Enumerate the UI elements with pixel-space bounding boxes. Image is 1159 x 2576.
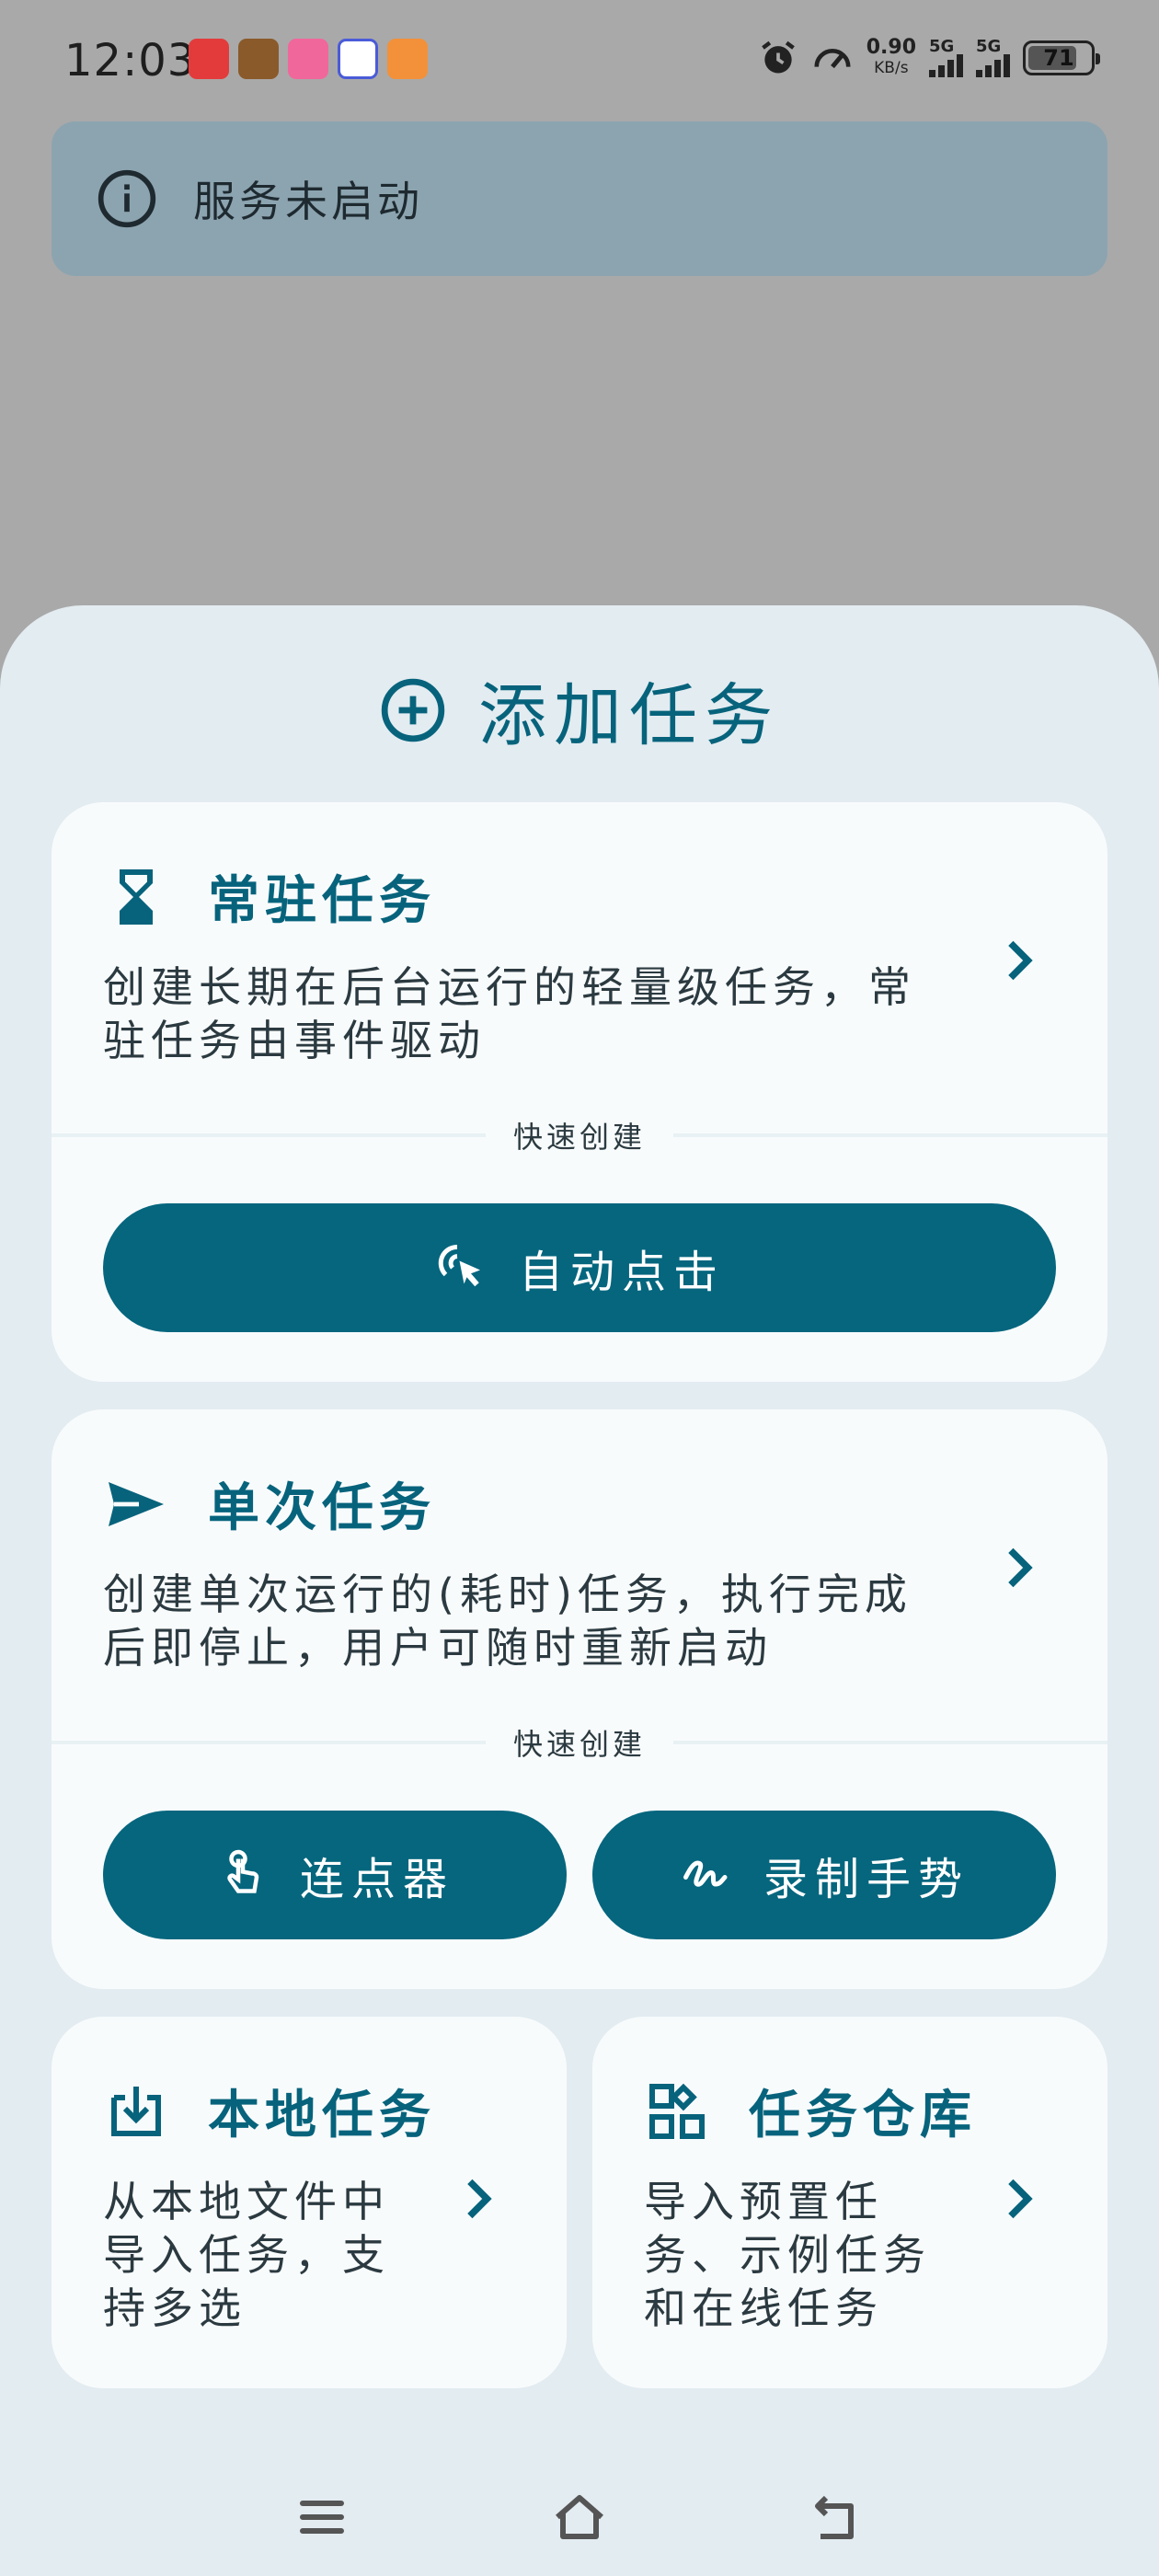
system-navigation-bar (0, 2447, 1159, 2576)
battery-icon: 71 (1023, 40, 1100, 75)
notification-icons (189, 39, 428, 79)
resident-desc-line-1: 创建长期在后台运行的轻量级任务，常 (103, 962, 916, 1012)
system-icons: 0.90 KB/s 5G 5G 71 (758, 37, 1100, 79)
one-time-desc-line-1: 创建单次运行的(耗时)任务，执行完成 (103, 1570, 912, 1619)
game-icon (238, 39, 279, 79)
chevron-right-icon[interactable] (462, 2175, 499, 2223)
one-time-desc-line-2: 后即停止，用户可随时重新启动 (103, 1623, 773, 1673)
net-speed-value: 0.90 (866, 36, 916, 59)
one-time-task-title: 单次任务 (208, 1478, 436, 1538)
local-desc-line-2: 导入任务，支 (103, 2230, 390, 2280)
chevron-right-icon[interactable] (1003, 1544, 1039, 1592)
quick-create-divider: 快速创建 (52, 1724, 1108, 1762)
status-bar: 12:03 0.90 KB/s 5G 5G 71 (0, 0, 1159, 120)
add-circle-icon (381, 678, 445, 742)
repo-desc-line-2: 务、示例任务 (644, 2230, 931, 2280)
local-task-title: 本地任务 (208, 2086, 436, 2145)
resident-task-card[interactable]: 常驻任务 创建长期在后台运行的轻量级任务，常 驻任务由事件驱动 快速创建 自动点… (52, 802, 1108, 1382)
add-task-sheet: 添加任务 常驻任务 创建长期在后台运行的轻量级任务，常 驻任务由事件驱动 快速创… (0, 605, 1159, 2576)
record-gesture-button[interactable]: 录制手势 (592, 1811, 1056, 1939)
speedometer-icon (814, 49, 851, 69)
tieba-icon (338, 39, 378, 79)
orange-app-icon (387, 39, 428, 79)
touch-hand-icon (227, 1849, 259, 1893)
hourglass-icon (120, 868, 153, 925)
widgets-icon (649, 2083, 705, 2139)
auto-clicker-label: 连点器 (299, 1854, 454, 1905)
status-time: 12:03 (64, 35, 197, 86)
tap-cursor-icon (438, 1244, 480, 1287)
chevron-right-icon[interactable] (1003, 937, 1039, 984)
signal-2-label: 5G (976, 37, 1002, 56)
service-status-text: 服务未启动 (193, 177, 423, 226)
task-repository-card[interactable]: 任务仓库 导入预置任 务、示例任务 和在线任务 (592, 2017, 1107, 2388)
net-speed: 0.90 KB/s (866, 38, 916, 78)
local-desc-line-1: 从本地文件中 (103, 2177, 390, 2226)
auto-click-button[interactable]: 自动点击 (103, 1203, 1056, 1332)
gesture-icon (683, 1860, 728, 1887)
record-gesture-label: 录制手势 (763, 1854, 970, 1905)
local-desc-line-3: 持多选 (103, 2283, 247, 2333)
one-time-task-description: 创建单次运行的(耗时)任务，执行完成 后即停止，用户可随时重新启动 (103, 1568, 912, 1674)
pink-app-icon (288, 39, 328, 79)
chevron-right-icon[interactable] (1003, 2175, 1039, 2223)
repo-desc-line-3: 和在线任务 (644, 2283, 883, 2333)
back-icon[interactable] (804, 2484, 870, 2550)
info-icon (98, 169, 156, 228)
download-icon (111, 2086, 161, 2136)
menu-icon[interactable] (289, 2484, 355, 2550)
resident-desc-line-2: 驻任务由事件驱动 (103, 1016, 486, 1065)
quick-create-label: 快速创建 (513, 1120, 647, 1155)
app-icon-red (189, 39, 229, 79)
battery-level: 71 (1043, 45, 1074, 71)
service-status-banner[interactable]: 服务未启动 (52, 121, 1107, 276)
sheet-title: 添加任务 (478, 676, 780, 755)
home-icon[interactable] (546, 2484, 613, 2550)
signal-1-icon: 5G (929, 37, 963, 77)
task-repository-title: 任务仓库 (749, 2086, 977, 2145)
signal-2-icon: 5G (976, 37, 1010, 77)
send-icon (109, 1481, 164, 1526)
auto-clicker-button[interactable]: 连点器 (103, 1811, 567, 1939)
repo-desc-line-1: 导入预置任 (644, 2177, 883, 2226)
sheet-header: 添加任务 (0, 661, 1159, 759)
one-time-task-card[interactable]: 单次任务 创建单次运行的(耗时)任务，执行完成 后即停止，用户可随时重新启动 快… (52, 1409, 1108, 1989)
net-speed-unit: KB/s (874, 59, 909, 77)
alarm-icon (761, 40, 795, 74)
quick-create-label: 快速创建 (513, 1727, 647, 1762)
auto-click-label: 自动点击 (518, 1247, 725, 1298)
quick-create-divider: 快速创建 (52, 1117, 1108, 1155)
signal-1-label: 5G (929, 37, 955, 56)
local-task-description: 从本地文件中 导入任务，支 持多选 (103, 2175, 390, 2335)
local-task-card[interactable]: 本地任务 从本地文件中 导入任务，支 持多选 (52, 2017, 567, 2388)
resident-task-description: 创建长期在后台运行的轻量级任务，常 驻任务由事件驱动 (103, 960, 916, 1067)
task-repository-description: 导入预置任 务、示例任务 和在线任务 (644, 2175, 931, 2335)
resident-task-title: 常驻任务 (208, 871, 436, 931)
